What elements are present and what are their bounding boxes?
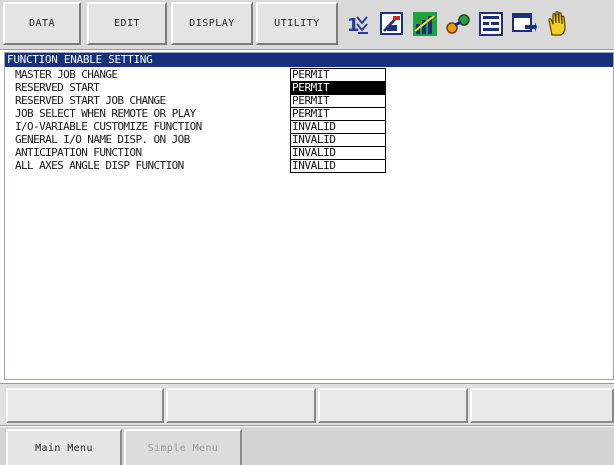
chart-status-icon[interactable] (412, 11, 438, 37)
function-key-3[interactable] (318, 388, 468, 423)
window-arrow-icon[interactable] (511, 11, 537, 37)
function-key-4[interactable] (470, 388, 614, 423)
simple-menu-tab[interactable]: Simple Menu (124, 429, 242, 465)
io-panel-icon[interactable] (478, 11, 504, 37)
setting-row-reserved-start: RESERVED START PERMIT (5, 81, 613, 95)
setting-value[interactable]: INVALID (290, 120, 386, 134)
setting-value[interactable]: INVALID (290, 159, 386, 173)
menu-data-button[interactable]: DATA (3, 2, 81, 45)
toolbar-icons: 1 (342, 4, 610, 44)
menu-utility-button[interactable]: UTILITY (256, 2, 338, 45)
main-content: FUNCTION ENABLE SETTING MASTER JOB CHANG… (4, 52, 614, 380)
setting-label: GENERAL I/O NAME DISP. ON JOB (15, 133, 190, 146)
numbered-steps-icon[interactable]: 1 (346, 11, 372, 37)
page-title: FUNCTION ENABLE SETTING (5, 53, 613, 67)
setting-value-selected[interactable]: PERMIT (290, 81, 386, 95)
menu-display-button[interactable]: DISPLAY (171, 2, 253, 45)
hand-icon[interactable] (544, 11, 570, 37)
setting-label: RESERVED START (15, 81, 100, 94)
setting-label: ANTICIPATION FUNCTION (15, 146, 142, 159)
setting-value[interactable]: INVALID (290, 146, 386, 160)
setting-row-job-select-remote-play: JOB SELECT WHEN REMOTE OR PLAY PERMIT (5, 107, 613, 121)
setting-label: MASTER JOB CHANGE (15, 68, 118, 81)
function-key-2[interactable] (166, 388, 316, 423)
setting-row-general-io-name-disp: GENERAL I/O NAME DISP. ON JOB INVALID (5, 133, 613, 147)
setting-value[interactable]: PERMIT (290, 107, 386, 121)
function-key-1[interactable] (6, 388, 164, 423)
top-menu-bar: DATA EDIT DISPLAY UTILITY 1 (0, 0, 614, 50)
setting-value[interactable]: PERMIT (290, 94, 386, 108)
setting-value[interactable]: PERMIT (290, 68, 386, 82)
setting-label: I/O-VARIABLE CUSTOMIZE FUNCTION (15, 120, 202, 133)
setting-row-io-variable-customize: I/O-VARIABLE CUSTOMIZE FUNCTION INVALID (5, 120, 613, 134)
setting-label: ALL AXES ANGLE DISP FUNCTION (15, 159, 184, 172)
robot-link-icon[interactable] (445, 11, 471, 37)
setting-row-all-axes-angle-disp: ALL AXES ANGLE DISP FUNCTION INVALID (5, 159, 613, 173)
setting-row-reserved-start-job-change: RESERVED START JOB CHANGE PERMIT (5, 94, 613, 108)
menu-edit-button[interactable]: EDIT (87, 2, 167, 45)
setting-label: JOB SELECT WHEN REMOTE OR PLAY (15, 107, 196, 120)
setting-row-master-job-change: MASTER JOB CHANGE PERMIT (5, 68, 613, 82)
setting-row-anticipation-function: ANTICIPATION FUNCTION INVALID (5, 146, 613, 160)
main-menu-tab[interactable]: Main Menu (6, 429, 122, 465)
setting-value[interactable]: INVALID (290, 133, 386, 147)
edit-window-icon[interactable] (379, 11, 405, 37)
bottom-menu-bar: Main Menu Simple Menu (0, 427, 614, 465)
setting-label: RESERVED START JOB CHANGE (15, 94, 166, 107)
function-key-strip (0, 383, 614, 426)
